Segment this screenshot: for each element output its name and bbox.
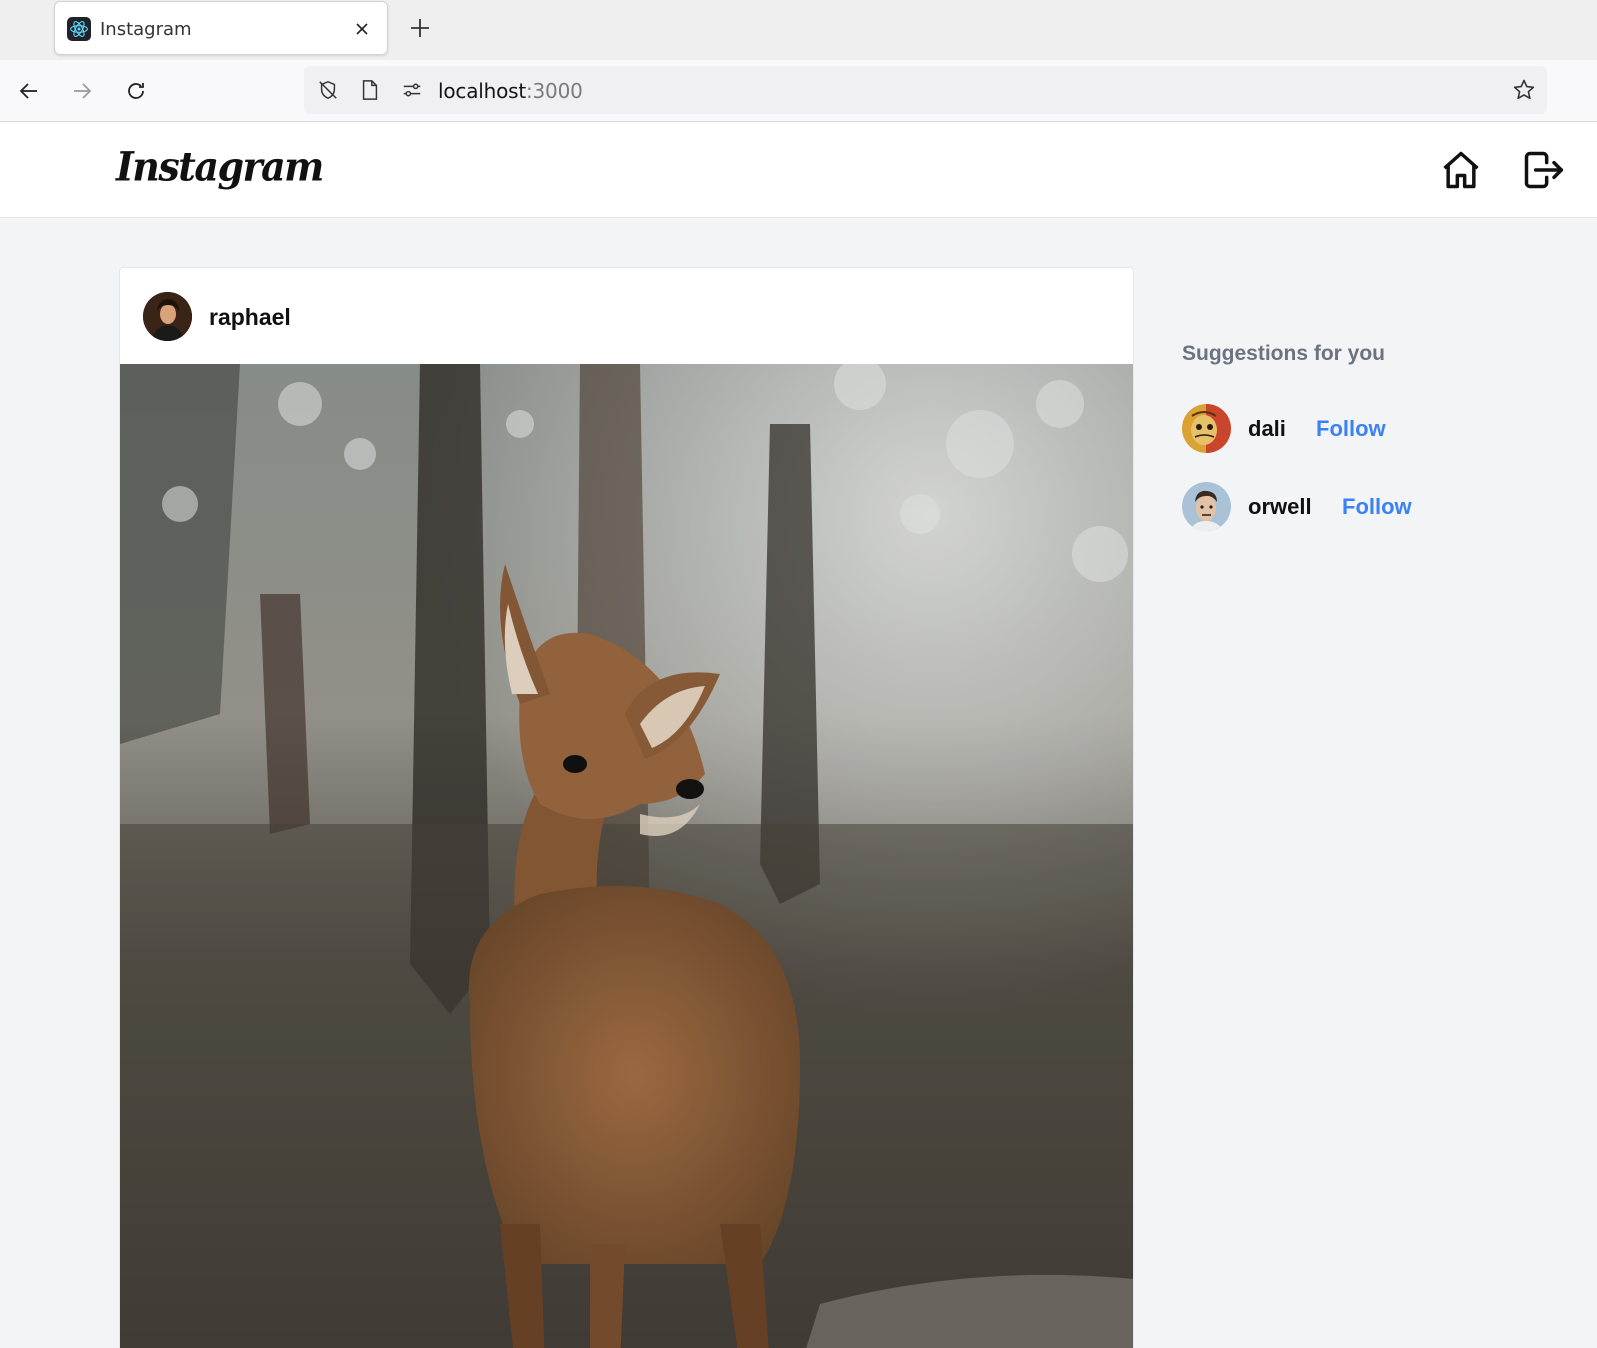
url-host: localhost	[438, 79, 526, 103]
suggestion-username[interactable]: orwell	[1248, 494, 1312, 520]
suggestion-username[interactable]: dali	[1248, 416, 1286, 442]
new-tab-icon[interactable]	[407, 15, 433, 41]
site-permissions-icon[interactable]	[400, 78, 424, 102]
tracking-protection-icon[interactable]	[316, 78, 340, 102]
follow-button-dali[interactable]: Follow	[1316, 416, 1386, 442]
instagram-logo[interactable]: Instagram	[116, 143, 324, 190]
browser-navbar: localhost:3000	[0, 60, 1597, 122]
logout-icon[interactable]	[1520, 147, 1566, 193]
post-username[interactable]: raphael	[209, 304, 291, 331]
browser-tab[interactable]: Instagram	[54, 1, 388, 55]
post-card: raphael	[119, 267, 1134, 1348]
forward-arrow-icon[interactable]	[67, 76, 97, 106]
follow-button-orwell[interactable]: Follow	[1342, 494, 1412, 520]
browser-tabstrip: Instagram	[0, 0, 1597, 60]
tab-title: Instagram	[100, 19, 192, 40]
reload-icon[interactable]	[121, 76, 151, 106]
avatar[interactable]	[143, 292, 192, 341]
bookmark-star-icon[interactable]	[1511, 77, 1537, 103]
page-icon[interactable]	[358, 78, 382, 102]
post-photo[interactable]	[120, 364, 1133, 1348]
back-arrow-icon[interactable]	[14, 76, 44, 106]
post-header: raphael	[120, 268, 1133, 365]
url-text: localhost:3000	[438, 79, 583, 103]
suggestions-title: Suggestions for you	[1182, 342, 1386, 365]
close-tab-icon[interactable]	[351, 18, 373, 40]
url-bar[interactable]: localhost:3000	[304, 66, 1547, 114]
url-port: :3000	[525, 79, 583, 103]
home-icon[interactable]	[1438, 147, 1484, 193]
avatar-orwell[interactable]	[1182, 482, 1231, 531]
react-icon	[67, 17, 91, 41]
app-header: Instagram	[0, 122, 1597, 218]
avatar-dali[interactable]	[1182, 404, 1231, 453]
